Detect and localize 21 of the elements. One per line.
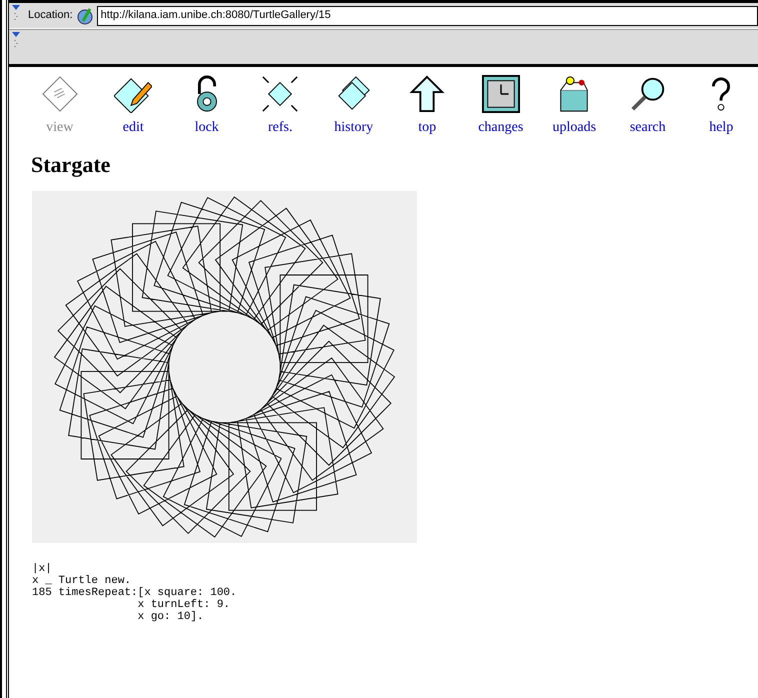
toolbar-link[interactable]: help bbox=[684, 75, 758, 138]
page-arrows-icon bbox=[261, 75, 300, 113]
up-arrow-icon bbox=[408, 75, 446, 113]
globe-pen-icon bbox=[76, 6, 94, 24]
search-icon bbox=[628, 75, 667, 113]
location-label: Location: bbox=[28, 8, 73, 24]
toolbar-link[interactable]: search bbox=[611, 75, 684, 138]
url-field[interactable]: http://kilana.iam.unibe.ch:8080/TurtleGallery/15 bbox=[96, 6, 758, 26]
code-listing: |x| x _ Turtle new. 185 timesRepeat:[x square: 100. x turnLeft: 9. x go: 10]. bbox=[32, 563, 238, 623]
toolbar-link[interactable]: refs. bbox=[244, 75, 317, 138]
collapse-grip-icon[interactable] bbox=[12, 5, 20, 22]
toolbar-link[interactable]: lock bbox=[170, 75, 244, 138]
toolbar-link[interactable]: top bbox=[390, 75, 464, 138]
page-title: Stargate bbox=[31, 151, 112, 179]
collapse-grip-icon[interactable] bbox=[12, 32, 20, 49]
toolbar-link[interactable]: edit bbox=[96, 75, 170, 138]
toolbar-link[interactable]: changes bbox=[464, 75, 538, 138]
toolbar-link[interactable]: uploads bbox=[538, 75, 611, 138]
clock-icon bbox=[482, 75, 520, 113]
page-icon bbox=[40, 75, 79, 113]
toolbar-link[interactable]: history bbox=[317, 75, 390, 138]
